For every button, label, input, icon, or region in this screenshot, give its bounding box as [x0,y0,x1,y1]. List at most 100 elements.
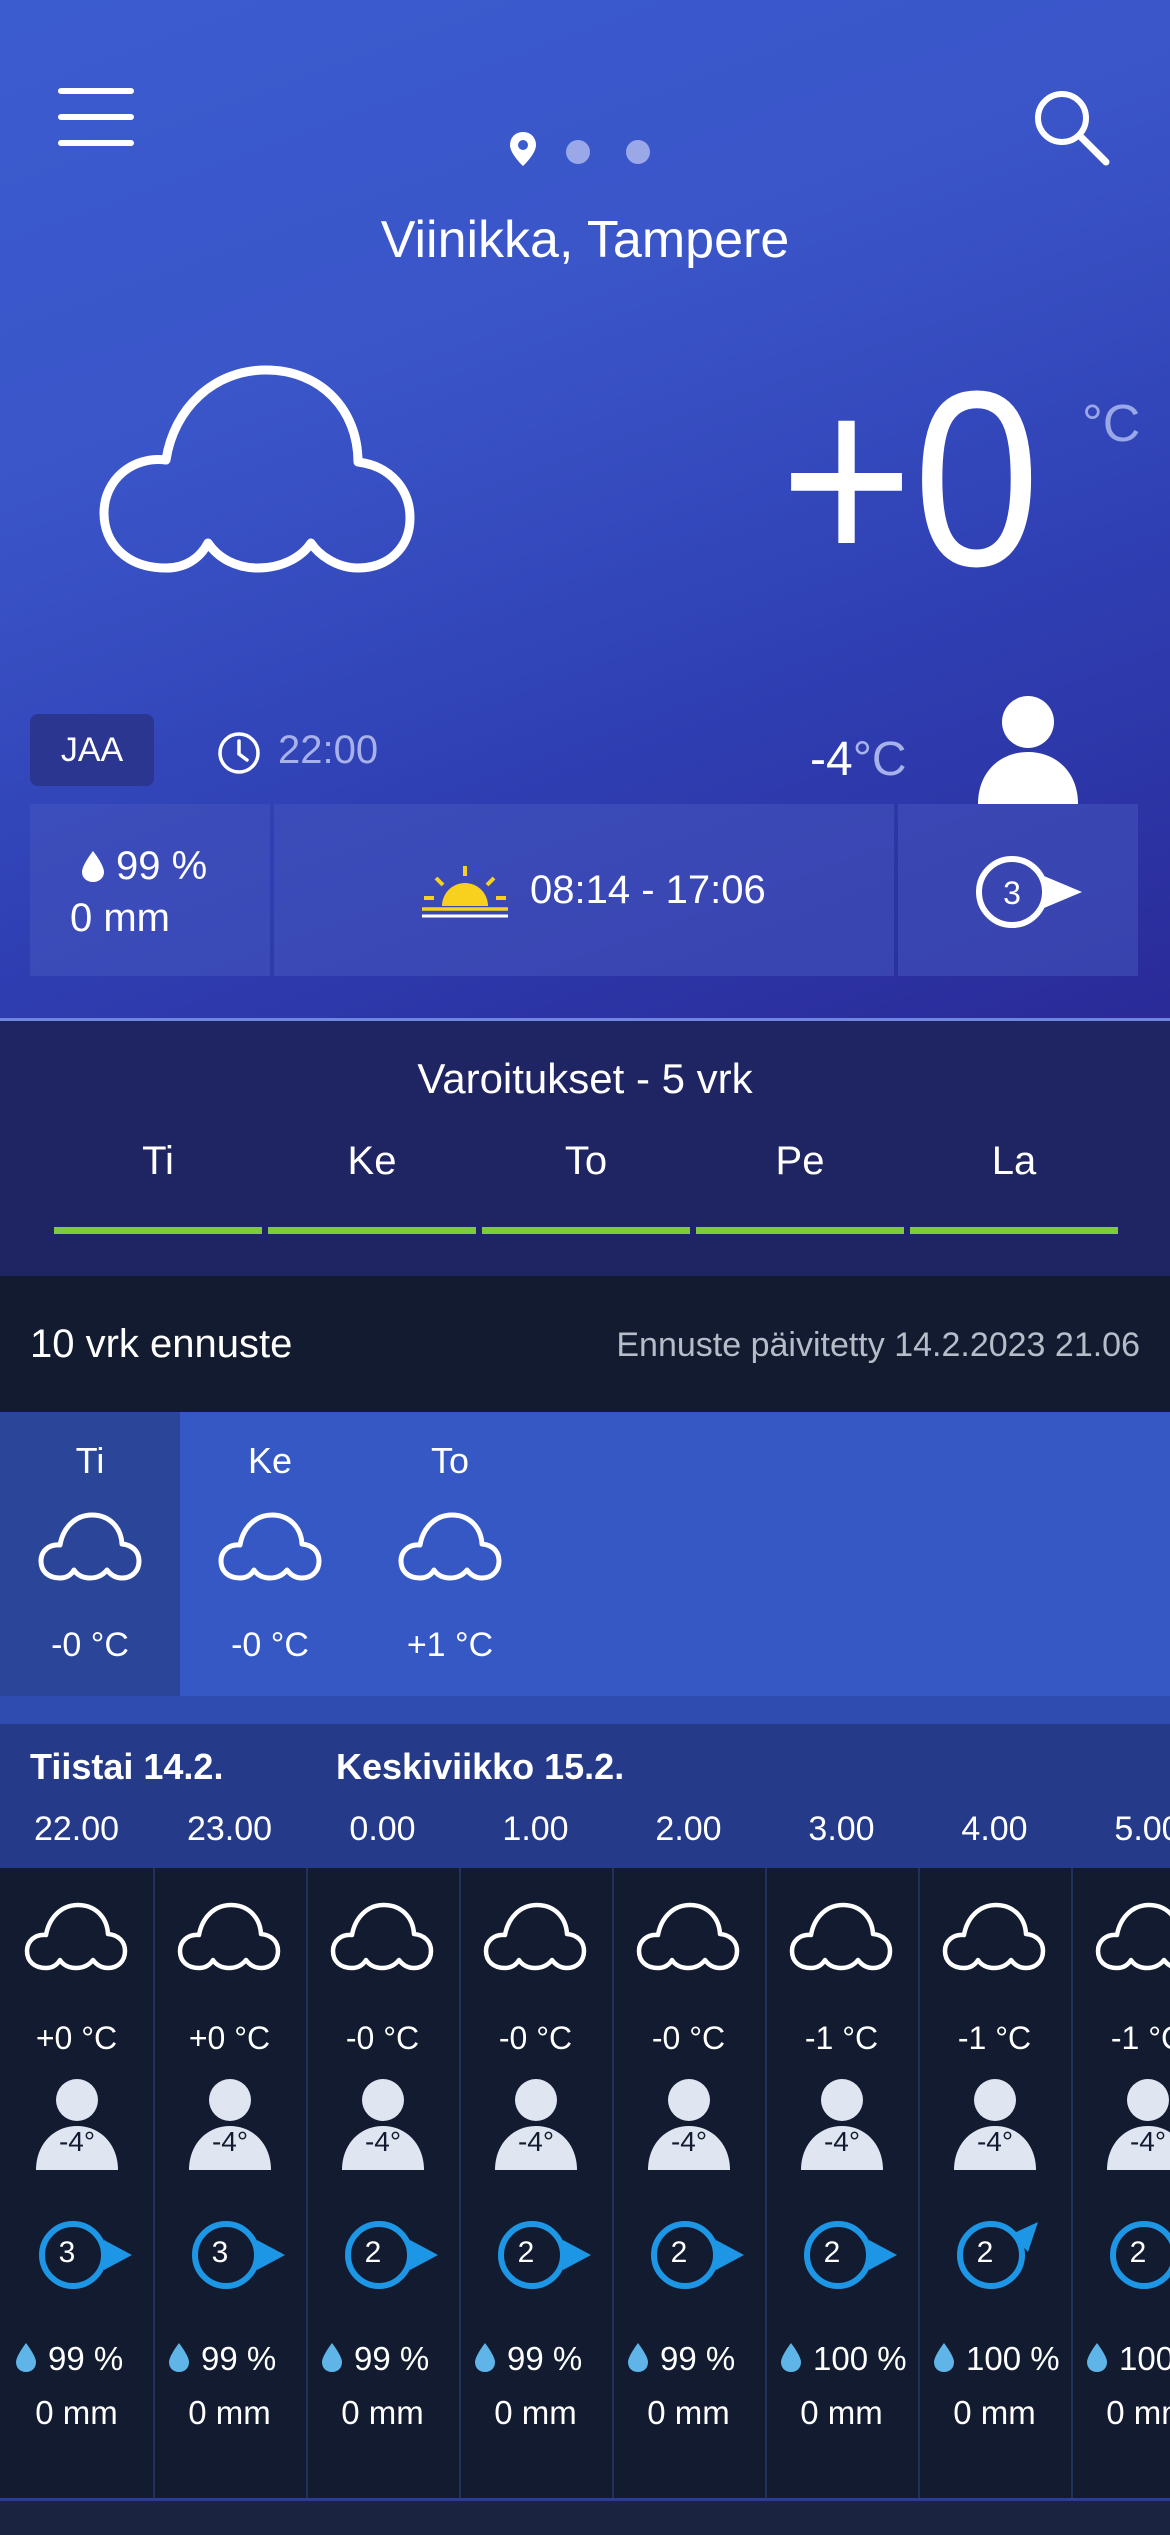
daily-forecast-day[interactable]: Ke -0 °C [180,1412,360,1696]
raindrop-icon [934,2343,954,2372]
forecast-updated-time: Ennuste päivitetty 14.2.2023 21.06 [616,1326,1140,1364]
hourly-header: Tiistai 14.2. Keskiviikko 15.2. 22.00 23.… [0,1724,1170,1868]
hour-wind-speed: 2 [1129,2236,1147,2269]
warning-day-3[interactable]: Pe [695,1139,905,1184]
hour-label: 22.00 [33,1810,120,1848]
hour-feels-like: -4° [58,2126,96,2157]
day-temperature: +1 °C [406,1626,494,1664]
hourly-forecast-column[interactable]: -1 °C -4° 2 100 % 0 mm [765,1868,920,2498]
hour-rain-probability: 99 % [167,2340,276,2378]
warning-day-2[interactable]: To [481,1139,691,1184]
observation-time: 22:00 [278,728,379,772]
hour-rain-amount: 0 mm [1106,2394,1170,2431]
hourly-forecast-column[interactable]: +0 °C -4° 3 99 % 0 mm [0,1868,155,2498]
hourly-forecast-column[interactable]: -0 °C -4° 2 99 % 0 mm [612,1868,767,2498]
warning-level-bar [482,1227,690,1234]
hour-temperature: +0 °C [188,2020,271,2056]
hour-rain-probability: 100 % [779,2340,907,2378]
hour-temperature: -0 °C [498,2020,573,2056]
hour-wind-speed: 3 [211,2236,229,2269]
raindrop-icon [82,851,104,882]
temperature-unit: °C [1082,395,1141,453]
location-pager[interactable] [508,130,658,170]
warning-day-4[interactable]: La [909,1139,1119,1184]
cloud-icon [1095,1902,1170,1971]
hour-rain-probability: 99 % [626,2340,735,2378]
cloud-icon [789,1902,893,1971]
hour-rain-amount: 0 mm [341,2394,424,2431]
hour-feels-like: -4° [364,2126,402,2157]
wind-speed: 3 [1003,875,1021,911]
rain-probability-value: 99 % [116,844,208,888]
clock-icon [218,732,260,774]
hour-rain-amount: 0 mm [800,2394,883,2431]
share-button[interactable]: JAA [30,714,154,786]
current-weather-section: Viinikka, Tampere +0 °C JAA 22:00 -4°C 9… [0,0,1170,1020]
cloud-icon [398,1512,502,1581]
hamburger-icon[interactable] [58,88,134,148]
person-icon [978,696,1078,804]
hour-label: 1.00 [502,1810,569,1848]
cloud-icon [177,1902,281,1971]
hour-rain-probability: 99 % [473,2340,582,2378]
page-dot[interactable] [566,140,590,164]
cloud-icon [942,1902,1046,1971]
raindrop-icon [16,2343,36,2372]
hour-rain-amount: 0 mm [494,2394,577,2431]
wind-cell: 3 [898,804,1138,976]
daily-forecast-day[interactable]: To +1 °C [360,1412,540,1696]
hour-temperature: -0 °C [651,2020,726,2056]
hour-label: 23.00 [186,1810,273,1848]
raindrop-icon [1087,2343,1107,2372]
hourly-forecast-column[interactable]: -1 °C -4° 2 100 % 0 mm [1071,1868,1170,2498]
hourly-forecast-grid[interactable]: +0 °C -4° 3 99 % 0 mm +0 °C -4° 3 99 % 0 mm -0 °C -… [0,1868,1170,2498]
hour-rain-probability: 100 % [1085,2340,1170,2378]
hour-feels-like: -4° [823,2126,861,2157]
hour-rain-probability: 99 % [320,2340,429,2378]
raindrop-icon [169,2343,189,2372]
warning-level-bar [54,1227,262,1234]
warning-day-0[interactable]: Ti [53,1139,263,1184]
hour-rain-value: 100 % [813,2340,907,2377]
hour-rain-value: 99 % [354,2340,430,2377]
day-temperature: -0 °C [231,1626,309,1664]
hourly-forecast-column[interactable]: -0 °C -4° 2 99 % 0 mm [306,1868,461,2498]
forecast-title: 10 vrk ennuste [30,1322,293,1366]
cloud-icon [218,1512,322,1581]
hourly-forecast-column[interactable]: -0 °C -4° 2 99 % 0 mm [459,1868,614,2498]
location-name[interactable]: Viinikka, Tampere [0,210,1170,270]
hour-rain-value: 99 % [48,2340,124,2377]
hour-temperature: -1 °C [1110,2020,1170,2056]
hour-rain-amount: 0 mm [647,2394,730,2431]
hour-temperature: -1 °C [957,2020,1032,2056]
warnings-section[interactable]: Varoitukset - 5 vrk Ti Ke To Pe La [0,1021,1170,1276]
hour-wind-speed: 2 [517,2236,535,2269]
hour-temperature: -1 °C [804,2020,879,2056]
warning-day-1[interactable]: Ke [267,1139,477,1184]
hour-rain-amount: 0 mm [953,2394,1036,2431]
hour-label: 3.00 [808,1810,875,1848]
hour-temperature: -0 °C [345,2020,420,2056]
page-dot[interactable] [626,140,650,164]
hour-wind-speed: 2 [670,2236,688,2269]
hour-rain-probability: 100 % [932,2340,1060,2378]
hourly-forecast-column[interactable]: +0 °C -4° 3 99 % 0 mm [153,1868,308,2498]
feels-like-value: -4 [810,733,853,786]
hour-label: 2.00 [655,1810,722,1848]
feels-like-unit: °C [852,733,907,786]
search-icon[interactable] [1030,86,1110,166]
hour-feels-like: -4° [670,2126,708,2157]
sunrise-sunset-times: 08:14 - 17:06 [530,868,766,912]
hour-feels-like: -4° [211,2126,249,2157]
rain-probability: 99 % [80,844,207,889]
hour-label: 5.00 [1114,1810,1170,1848]
hour-rain-value: 99 % [507,2340,583,2377]
current-temperature: +0 [780,370,1040,580]
weather-details-panel: 99 % 0 mm 08:14 - 17:06 3 [30,804,1138,976]
hour-rain-value: 100 % [1119,2340,1170,2377]
hour-rain-amount: 0 mm [35,2394,118,2431]
cloud-icon [99,365,415,573]
daily-forecast-day[interactable]: Ti -0 °C [0,1412,180,1696]
hourly-forecast-column[interactable]: -1 °C -4° 2 100 % 0 mm [918,1868,1073,2498]
cloud-icon [636,1902,740,1971]
